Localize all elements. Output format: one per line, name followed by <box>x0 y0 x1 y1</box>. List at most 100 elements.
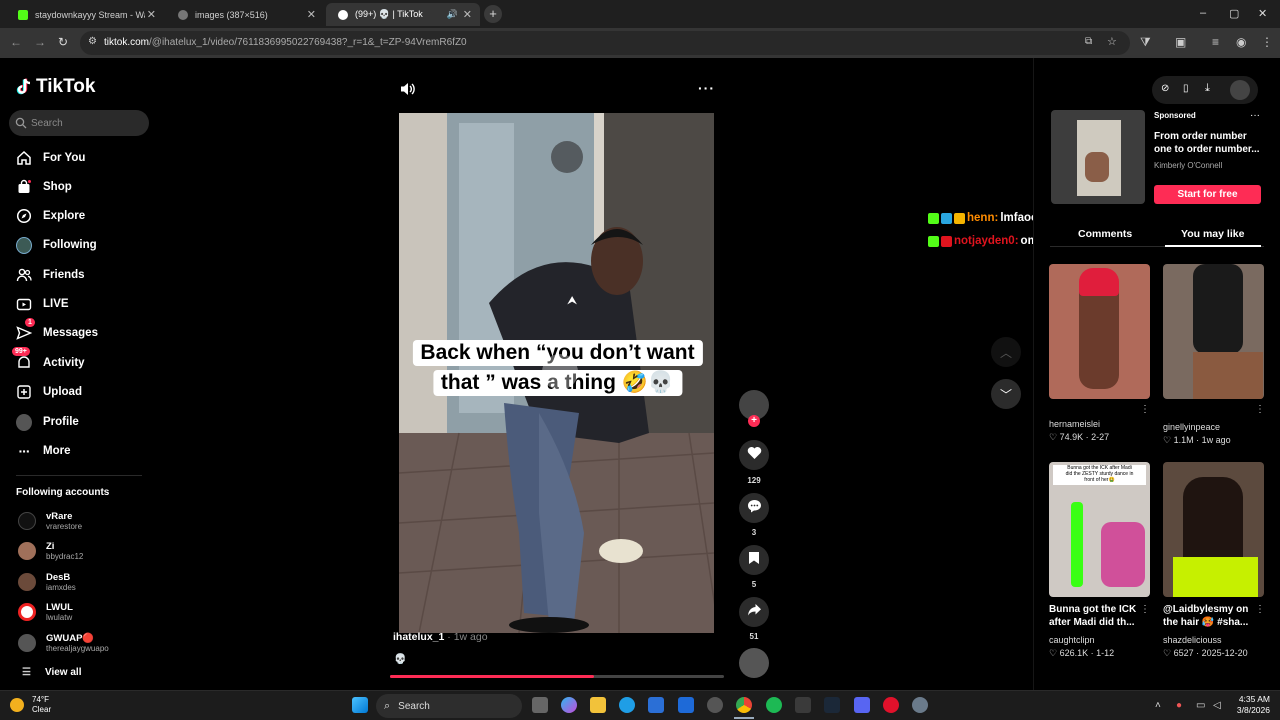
new-tab-button[interactable]: + <box>484 5 502 23</box>
system-clock[interactable]: 4:35 AM 3/8/2026 <box>1230 694 1270 716</box>
volume-tray-icon[interactable]: ◁ <box>1213 700 1221 711</box>
address-bar[interactable]: ⚙ tiktok.com/@ihatelux_1/video/761183699… <box>80 31 1130 55</box>
card-username[interactable]: shazdeliciouss <box>1163 635 1222 645</box>
extensions-icon[interactable]: ⧩ <box>1140 35 1151 50</box>
taskbar-search[interactable]: ⌕ Search <box>376 694 522 718</box>
store-icon[interactable] <box>648 697 664 713</box>
sidebar-item-following[interactable]: Following <box>16 234 97 256</box>
maximize-button[interactable]: ▢ <box>1229 7 1239 20</box>
tray-chevron-icon[interactable]: ˄ <box>1155 700 1161 711</box>
comment-button[interactable] <box>739 493 769 523</box>
network-icon[interactable]: ▭ <box>1196 700 1205 711</box>
follow-plus-icon[interactable]: + <box>748 415 760 427</box>
sidebar-item-explore[interactable]: Explore <box>16 205 85 227</box>
sidebar-item-profile[interactable]: Profile <box>16 411 79 433</box>
previous-video-button[interactable]: ︿ <box>991 337 1021 367</box>
search-input[interactable]: Search <box>9 110 149 136</box>
ad-title[interactable]: From order number one to order number... <box>1154 130 1264 156</box>
copilot-icon[interactable] <box>561 697 577 713</box>
close-tab-icon[interactable]: ✕ <box>147 8 156 21</box>
sidebar-item-for-you[interactable]: For You <box>16 147 85 169</box>
reload-icon[interactable]: ↻ <box>58 35 68 49</box>
ad-thumbnail[interactable] <box>1051 110 1145 204</box>
share-button[interactable] <box>739 597 769 627</box>
tab-you-may-like[interactable]: You may like <box>1181 228 1244 240</box>
xbox-icon[interactable] <box>795 697 811 713</box>
windows-start-icon[interactable] <box>352 697 368 713</box>
next-video-button[interactable]: ﹀ <box>991 379 1021 409</box>
user-avatar[interactable] <box>1230 80 1250 100</box>
install-app-icon[interactable]: ⧉ <box>1085 36 1092 47</box>
edge-icon[interactable] <box>619 697 635 713</box>
close-window-button[interactable]: ✕ <box>1258 7 1267 20</box>
minimize-button[interactable]: – <box>1200 7 1206 19</box>
settings-gear-icon[interactable] <box>707 697 723 713</box>
sidebar-item-messages[interactable]: 1 Messages <box>16 318 98 344</box>
tab-comments[interactable]: Comments <box>1078 228 1132 240</box>
sidepanel-icon[interactable]: ▣ <box>1175 35 1186 49</box>
site-info-icon[interactable]: ⚙ <box>88 36 97 47</box>
like-button[interactable] <box>739 440 769 470</box>
sound-avatar-button[interactable] <box>739 648 769 678</box>
pause-icon[interactable] <box>542 354 578 390</box>
video-card-thumbnail[interactable] <box>1163 462 1264 597</box>
card-username[interactable]: ginellyinpeace <box>1163 422 1220 432</box>
video-author[interactable]: ihatelux_1 · 1w ago <box>393 631 488 643</box>
chrome-icon[interactable] <box>736 697 752 713</box>
following-account-zi[interactable]: Zi bbydrac12 <box>18 537 83 565</box>
card-username[interactable]: hernameislei <box>1049 419 1100 429</box>
video-progress-bar[interactable] <box>390 675 724 678</box>
spotify-icon[interactable] <box>766 697 782 713</box>
media-icon[interactable]: ≡ <box>1212 35 1219 49</box>
app-settings-icon[interactable] <box>912 697 928 713</box>
close-tab-icon[interactable]: ✕ <box>463 8 472 21</box>
steam-icon[interactable] <box>824 697 840 713</box>
video-card-thumbnail[interactable] <box>1163 264 1264 399</box>
video-more-options-icon[interactable]: ··· <box>698 80 715 96</box>
following-account-lwul[interactable]: LWUL lwulatw <box>18 598 73 626</box>
sidebar-item-live[interactable]: LIVE <box>16 293 69 315</box>
card-more-icon[interactable]: ⋮ <box>1255 604 1265 615</box>
sidebar-item-activity[interactable]: 99+ Activity <box>12 347 85 374</box>
ad-more-icon[interactable]: ··· <box>1250 110 1260 121</box>
weather-widget[interactable]: 74°F Clear <box>10 695 51 715</box>
bookmark-star-icon[interactable]: ☆ <box>1107 35 1117 48</box>
sidebar-item-shop[interactable]: Shop <box>16 176 72 198</box>
task-view-icon[interactable] <box>532 697 548 713</box>
forward-icon[interactable]: → <box>34 35 46 49</box>
video-card-thumbnail[interactable] <box>1049 264 1150 399</box>
bookmark-button[interactable] <box>739 545 769 575</box>
mail-icon[interactable] <box>678 697 694 713</box>
author-name[interactable]: ihatelux_1 <box>393 631 444 643</box>
start-for-free-button[interactable]: Start for free <box>1154 185 1261 204</box>
volume-icon[interactable] <box>400 82 415 101</box>
video-card-thumbnail[interactable]: Bunna got the ICK after Madi did the ZEST… <box>1049 462 1150 597</box>
download-icon[interactable]: ⤓ <box>1205 82 1210 95</box>
following-account-vrare[interactable]: vRare vrarestore <box>18 507 82 535</box>
sidebar-item-friends[interactable]: Friends <box>16 264 85 286</box>
card-caption[interactable]: @Laidbylesmy on the hair 🥵 #sha... <box>1163 603 1263 629</box>
view-all-link[interactable]: ☰ View all <box>22 667 81 678</box>
sidebar-item-more[interactable]: ··· More <box>16 440 71 462</box>
discord-icon[interactable] <box>854 697 870 713</box>
sidebar-item-upload[interactable]: Upload <box>16 381 82 403</box>
menu-kebab-icon[interactable]: ⋮ <box>1261 35 1273 49</box>
back-icon[interactable]: ← <box>10 35 22 49</box>
opera-icon[interactable] <box>883 697 899 713</box>
following-account-gwuap[interactable]: GWUAP🔴 therealjaygwuapo <box>18 629 109 657</box>
profile-icon[interactable]: ◉ <box>1236 35 1246 49</box>
tiktok-logo[interactable]: TikTok <box>16 76 95 98</box>
card-more-icon[interactable]: ⋮ <box>1140 404 1150 415</box>
phone-icon[interactable]: ▯ <box>1183 83 1189 94</box>
close-tab-icon[interactable]: ✕ <box>307 8 316 21</box>
card-username[interactable]: caughtclipn <box>1049 635 1095 645</box>
card-more-icon[interactable]: ⋮ <box>1255 404 1265 415</box>
card-more-icon[interactable]: ⋮ <box>1140 604 1150 615</box>
compass-icon[interactable]: ⊘ <box>1161 83 1169 94</box>
following-account-desb[interactable]: DesB iamxdes <box>18 568 76 596</box>
tab-images[interactable]: images (387×516) ✕ <box>166 3 324 26</box>
tab-tiktok[interactable]: (99+) 💀 | TikTok 🔊 ✕ <box>326 3 480 26</box>
file-explorer-icon[interactable] <box>590 697 606 713</box>
speaker-icon[interactable]: 🔊 <box>447 9 458 20</box>
tab-kick-stream[interactable]: staydownkayyy Stream - Watch ✕ <box>6 3 164 26</box>
